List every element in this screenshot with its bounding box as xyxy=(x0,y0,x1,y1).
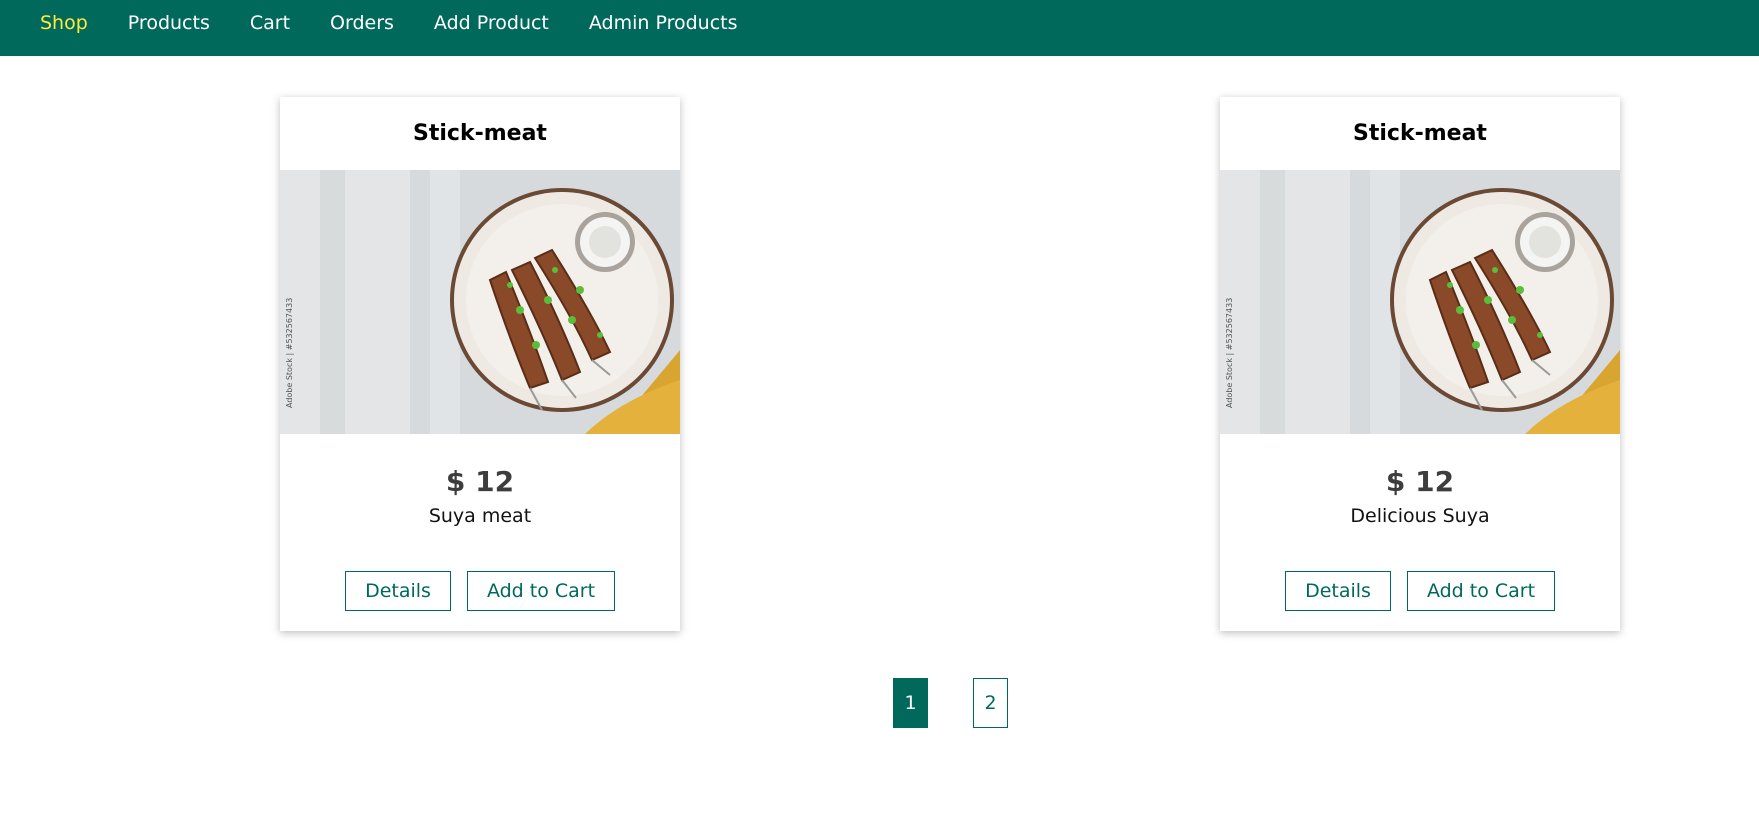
product-price: $ 12 xyxy=(445,465,515,498)
product-photo: Adobe Stock | #532567433 xyxy=(280,170,680,434)
nav-orders[interactable]: Orders xyxy=(330,10,394,36)
add-to-cart-button[interactable]: Add to Cart xyxy=(1407,571,1555,611)
product-title: Stick-meat xyxy=(1353,121,1487,146)
product-price: $ 12 xyxy=(1385,465,1455,498)
image-watermark: Adobe Stock | #532567433 xyxy=(1225,298,1234,408)
nav-admin-products[interactable]: Admin Products xyxy=(589,10,738,36)
image-watermark: Adobe Stock | #532567433 xyxy=(285,298,294,408)
card-header: Stick-meat xyxy=(1220,97,1620,170)
pagination: 1 2 xyxy=(0,678,1759,730)
product-description: Suya meat xyxy=(428,505,532,527)
nav-add-product[interactable]: Add Product xyxy=(434,10,549,36)
product-card: Stick-meat Adobe Stock | #532567433 $ 12… xyxy=(1220,97,1620,631)
add-to-cart-button[interactable]: Add to Cart xyxy=(467,571,615,611)
details-button[interactable]: Details xyxy=(345,571,451,611)
main-nav: Shop Products Cart Orders Add Product Ad… xyxy=(40,10,778,36)
page-link-2[interactable]: 2 xyxy=(973,678,1008,728)
nav-cart[interactable]: Cart xyxy=(250,10,290,36)
product-description: Delicious Suya xyxy=(1350,505,1490,527)
product-photo: Adobe Stock | #532567433 xyxy=(1220,170,1620,434)
product-card: Stick-meat Adobe Stock | #532567433 $ 12… xyxy=(280,97,680,631)
product-image: Adobe Stock | #532567433 xyxy=(1220,170,1620,434)
details-button[interactable]: Details xyxy=(1285,571,1391,611)
card-header: Stick-meat xyxy=(280,97,680,170)
nav-products[interactable]: Products xyxy=(128,10,210,36)
page-link-1[interactable]: 1 xyxy=(893,678,928,728)
main-header: Shop Products Cart Orders Add Product Ad… xyxy=(0,0,1759,56)
product-title: Stick-meat xyxy=(413,121,547,146)
nav-shop[interactable]: Shop xyxy=(40,10,88,36)
product-image: Adobe Stock | #532567433 xyxy=(280,170,680,434)
